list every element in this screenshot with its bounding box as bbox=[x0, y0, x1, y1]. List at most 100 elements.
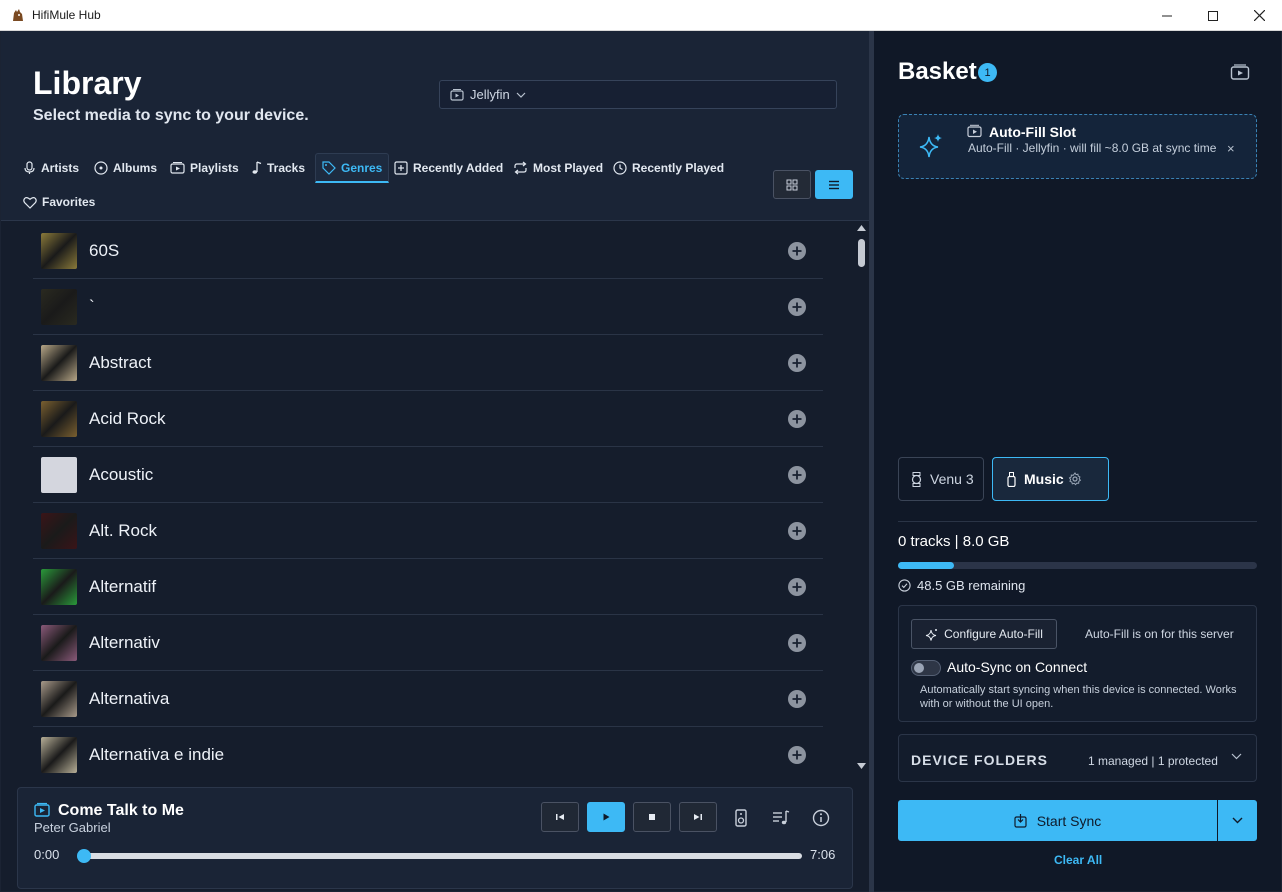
configure-autofill-button[interactable]: Configure Auto-Fill bbox=[911, 619, 1057, 649]
playback-progress[interactable] bbox=[76, 849, 802, 863]
maximize-button[interactable] bbox=[1190, 0, 1236, 31]
speaker-icon[interactable] bbox=[731, 808, 751, 828]
genre-name: 60S bbox=[89, 240, 120, 260]
storage-usage-fill bbox=[898, 562, 954, 569]
list-view-button[interactable] bbox=[815, 170, 853, 199]
library-pane: Library Select media to sync to your dev… bbox=[1, 31, 869, 891]
genre-row[interactable]: Acoustic bbox=[33, 447, 823, 503]
watch-icon bbox=[911, 471, 922, 487]
disc-icon bbox=[94, 161, 108, 175]
genre-row[interactable]: Alternativa bbox=[33, 671, 823, 727]
genre-row[interactable]: Acid Rock bbox=[33, 391, 823, 447]
close-window-button[interactable] bbox=[1236, 0, 1282, 31]
scroll-up-icon[interactable] bbox=[857, 225, 866, 231]
gear-icon[interactable] bbox=[1068, 472, 1082, 486]
genre-artwork bbox=[41, 625, 77, 661]
info-icon[interactable] bbox=[811, 808, 831, 828]
add-circle-icon[interactable] bbox=[787, 465, 807, 485]
autofill-slot-description: Auto-Fill · Jellyfin · will fill ~8.0 GB… bbox=[968, 141, 1217, 155]
scrollbar-thumb[interactable] bbox=[858, 239, 865, 267]
source-select[interactable]: Jellyfin bbox=[439, 80, 837, 109]
sparkle-icon bbox=[926, 628, 938, 641]
autofill-status-text: Auto-Fill is on for this server bbox=[1085, 627, 1234, 641]
slot-media-icon bbox=[967, 124, 982, 138]
play-icon bbox=[603, 813, 610, 821]
device-folders-summary: 1 managed | 1 protected bbox=[1088, 754, 1218, 768]
tab-albums[interactable]: Albums bbox=[94, 153, 157, 183]
add-circle-icon[interactable] bbox=[787, 689, 807, 709]
genre-row[interactable]: Alternativa e indie bbox=[33, 727, 823, 775]
add-circle-icon[interactable] bbox=[787, 577, 807, 597]
genre-name: Alternativ bbox=[89, 632, 160, 652]
remove-slot-button[interactable]: × bbox=[1227, 141, 1235, 156]
media-server-icon[interactable] bbox=[1230, 63, 1250, 81]
divider-line bbox=[898, 521, 1257, 522]
add-circle-icon[interactable] bbox=[787, 297, 807, 317]
list-scrollbar[interactable] bbox=[854, 223, 868, 773]
tab-playlists[interactable]: Playlists bbox=[170, 153, 239, 183]
clear-all-button[interactable]: Clear All bbox=[1054, 853, 1102, 867]
add-circle-icon[interactable] bbox=[787, 745, 807, 765]
play-button[interactable] bbox=[587, 802, 625, 832]
close-icon bbox=[1253, 10, 1265, 21]
previous-button[interactable] bbox=[541, 802, 579, 832]
genre-row[interactable]: Alternatif bbox=[33, 559, 823, 615]
clock-icon bbox=[613, 161, 627, 175]
genre-name: Abstract bbox=[89, 352, 152, 372]
device-music[interactable]: Music bbox=[992, 457, 1109, 501]
add-circle-icon[interactable] bbox=[787, 633, 807, 653]
tab-genres[interactable]: Genres bbox=[315, 153, 390, 183]
tab-favorites[interactable]: Favorites bbox=[23, 187, 95, 217]
grid-view-button[interactable] bbox=[773, 170, 811, 199]
genre-row[interactable]: ` bbox=[33, 279, 823, 335]
list-icon bbox=[829, 180, 839, 189]
autofill-slot-card: Auto-Fill Slot Auto-Fill · Jellyfin · wi… bbox=[898, 114, 1257, 179]
genre-row[interactable]: Alt. Rock bbox=[33, 503, 823, 559]
genre-name: Alt. Rock bbox=[89, 520, 158, 540]
genre-artwork bbox=[41, 401, 77, 437]
autofill-panel: Configure Auto-Fill Auto-Fill is on for … bbox=[898, 605, 1257, 722]
genre-artwork bbox=[41, 233, 77, 269]
genre-row[interactable]: Abstract bbox=[33, 335, 823, 391]
auto-sync-toggle[interactable] bbox=[911, 660, 941, 676]
sync-options-button[interactable] bbox=[1218, 800, 1257, 841]
repeat-icon bbox=[514, 161, 527, 175]
tab-most-played[interactable]: Most Played bbox=[513, 153, 603, 183]
tab-tracks[interactable]: Tracks bbox=[251, 153, 305, 183]
track-artist: Peter Gabriel bbox=[34, 820, 111, 835]
genre-row[interactable]: Alternativ bbox=[33, 615, 823, 671]
title-bar: HifiMule Hub bbox=[0, 0, 1282, 31]
sparkle-icon bbox=[919, 134, 942, 158]
stop-button[interactable] bbox=[633, 802, 671, 832]
scroll-down-icon[interactable] bbox=[857, 763, 866, 769]
device-folders-label: DEVICE FOLDERS bbox=[911, 752, 1048, 768]
progress-knob[interactable] bbox=[76, 849, 91, 863]
start-sync-button[interactable]: Start Sync bbox=[898, 800, 1217, 841]
plus-square-icon bbox=[394, 161, 408, 175]
toggle-knob bbox=[914, 663, 924, 673]
genre-artwork bbox=[41, 345, 77, 381]
genre-name: Acid Rock bbox=[89, 408, 166, 428]
library-title: Library bbox=[33, 65, 142, 101]
add-circle-icon[interactable] bbox=[787, 521, 807, 541]
tab-recently-played[interactable]: Recently Played bbox=[613, 153, 724, 183]
playlist-icon bbox=[170, 162, 185, 174]
device-venu-3[interactable]: Venu 3 bbox=[898, 457, 984, 501]
add-circle-icon[interactable] bbox=[787, 241, 807, 261]
tab-artists[interactable]: Artists bbox=[23, 153, 79, 183]
source-select-value: Jellyfin bbox=[470, 87, 510, 102]
genre-artwork bbox=[41, 569, 77, 605]
genre-list: 60S ` Abstract Acid Rock Acoustic Alt. Rock Al… bbox=[33, 223, 823, 775]
genre-name: Alternativa e indie bbox=[89, 744, 225, 764]
tab-recently-added[interactable]: Recently Added bbox=[394, 153, 503, 183]
storage-usage-bar bbox=[898, 562, 1257, 569]
device-folders-section[interactable]: DEVICE FOLDERS 1 managed | 1 protected bbox=[898, 734, 1257, 782]
genre-name: Acoustic bbox=[89, 464, 154, 484]
minimize-button[interactable] bbox=[1144, 0, 1190, 31]
library-subtitle: Select media to sync to your device. bbox=[33, 107, 309, 124]
add-circle-icon[interactable] bbox=[787, 409, 807, 429]
genre-row[interactable]: 60S bbox=[33, 223, 823, 279]
queue-icon[interactable] bbox=[771, 808, 791, 828]
next-button[interactable] bbox=[679, 802, 717, 832]
add-circle-icon[interactable] bbox=[787, 353, 807, 373]
